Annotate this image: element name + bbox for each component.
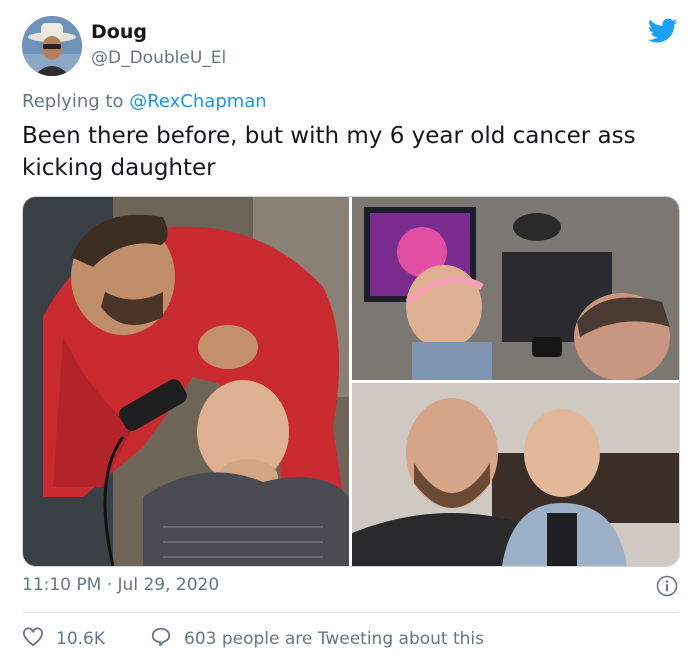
info-icon[interactable] (656, 575, 678, 597)
like-button[interactable]: 10.6K (22, 626, 105, 652)
tweet-text: Been there before, but with my 6 year ol… (22, 123, 636, 181)
speech-bubble-icon (150, 626, 172, 653)
media-photo-selfie[interactable] (352, 383, 679, 566)
avatar[interactable] (22, 16, 82, 76)
like-count: 10.6K (56, 629, 105, 649)
author-name[interactable]: Doug (91, 21, 147, 43)
tweet-card: Doug @D_DoubleU_El Replying to @RexChapm… (0, 0, 700, 667)
reply-context: Replying to @RexChapman (22, 91, 267, 112)
talking-link[interactable]: 603 people are Tweeting about this (150, 626, 484, 652)
heart-icon (22, 626, 44, 652)
divider (22, 612, 678, 613)
twitter-bird-icon[interactable] (647, 18, 678, 44)
tweet-timestamp[interactable]: 11:10 PM · Jul 29, 2020 (22, 575, 219, 595)
media-photo-haircut[interactable] (23, 197, 349, 566)
reply-prefix: Replying to (22, 91, 130, 112)
talking-text: 603 people are Tweeting about this (184, 629, 484, 649)
media-photo-bedside[interactable] (352, 197, 679, 380)
media-grid (22, 196, 680, 567)
author-handle[interactable]: @D_DoubleU_El (91, 48, 226, 68)
reply-mention-link[interactable]: @RexChapman (129, 91, 267, 112)
